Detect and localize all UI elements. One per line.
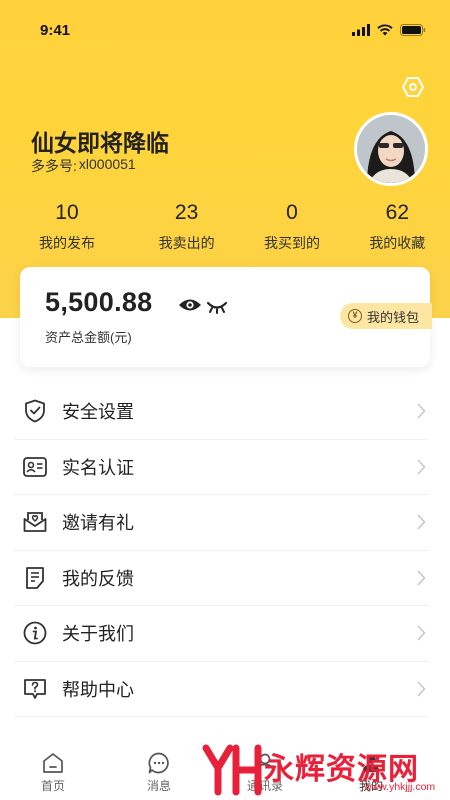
- avatar-photo: [357, 115, 425, 183]
- settings-menu: 安全设置 实名认证 邀请有礼 我的反馈 关于我们 帮助中心: [0, 384, 450, 717]
- menu-item-security[interactable]: 安全设置: [14, 384, 428, 440]
- chevron-right-icon: [417, 514, 426, 530]
- avatar[interactable]: [354, 112, 428, 186]
- profile-id-value: xl000051: [78, 156, 136, 172]
- tab-label: 消息: [146, 779, 171, 793]
- tab-contacts[interactable]: 通讯录: [212, 743, 318, 800]
- stat-favorites[interactable]: 62 我的收藏: [345, 198, 450, 258]
- menu-label: 安全设置: [62, 402, 134, 423]
- status-bar: 9:41: [0, 0, 450, 60]
- profile-icon: [362, 754, 380, 772]
- balance-amount: 5,500.88: [45, 287, 153, 317]
- contacts-icon: [255, 753, 275, 773]
- profile-id: 多多号: xl000051: [31, 156, 136, 176]
- my-wallet-label: 我的钱包: [367, 309, 420, 325]
- info-icon: [22, 620, 48, 646]
- stat-bought[interactable]: 0 我买到的: [239, 198, 344, 258]
- status-time: 9:41: [40, 21, 71, 39]
- profile-id-label: 多多号:: [31, 158, 77, 174]
- chevron-right-icon: [417, 403, 426, 419]
- menu-item-about[interactable]: 关于我们: [14, 606, 428, 662]
- menu-label: 邀请有礼: [62, 513, 134, 534]
- tab-label: 首页: [40, 779, 65, 793]
- stat-published[interactable]: 10 我的发布: [0, 198, 134, 258]
- wifi-icon: [377, 24, 393, 36]
- profile-name: 仙女即将降临: [31, 130, 169, 156]
- chevron-right-icon: [417, 681, 426, 697]
- tab-home[interactable]: 首页: [0, 743, 106, 800]
- stat-value: 62: [385, 201, 409, 224]
- tab-messages[interactable]: 消息: [106, 743, 212, 800]
- settings-icon[interactable]: [401, 75, 425, 99]
- feedback-icon: [22, 565, 48, 591]
- stat-label: 我的收藏: [369, 235, 426, 251]
- menu-item-feedback[interactable]: 我的反馈: [14, 551, 428, 606]
- tab-me[interactable]: 我的: [318, 743, 424, 800]
- tab-label: 通讯录: [246, 779, 283, 793]
- menu-label: 关于我们: [62, 624, 134, 645]
- menu-label: 我的反馈: [62, 568, 134, 589]
- chevron-right-icon: [417, 459, 426, 475]
- status-icons: [352, 24, 426, 36]
- menu-item-invite[interactable]: 邀请有礼: [14, 495, 428, 551]
- eye-icon[interactable]: [178, 297, 202, 313]
- menu-label: 帮助中心: [62, 679, 134, 700]
- stat-label: 我卖出的: [158, 235, 215, 251]
- profile-stats: 10 我的发布 23 我卖出的 0 我买到的 62 我的收藏: [0, 198, 450, 258]
- message-icon: [148, 752, 169, 774]
- signal-icon: [352, 24, 370, 36]
- chevron-right-icon: [417, 570, 426, 586]
- tab-label: 我的: [358, 779, 383, 793]
- yen-icon: ¥: [348, 309, 362, 323]
- id-card-icon: [22, 454, 48, 480]
- invite-envelope-icon: [22, 509, 48, 535]
- my-wallet-button[interactable]: ¥ 我的钱包: [340, 303, 432, 329]
- tab-bar: 首页 消息 通讯录 我的: [0, 743, 450, 800]
- battery-icon: [400, 24, 426, 36]
- stat-value: 23: [174, 201, 199, 224]
- chevron-right-icon: [417, 625, 426, 641]
- stat-value: 0: [286, 201, 298, 224]
- help-icon: [22, 676, 48, 702]
- wallet-card: 5,500.88 资产总金额(元) ¥ 我的钱包: [20, 267, 432, 367]
- menu-label: 实名认证: [62, 457, 134, 478]
- eye-closed-icon[interactable]: [206, 300, 228, 314]
- stat-value: 10: [55, 201, 79, 224]
- stat-label: 我买到的: [263, 235, 320, 251]
- shield-icon: [22, 398, 48, 424]
- balance-label: 资产总金额(元): [45, 330, 132, 345]
- home-icon: [43, 753, 63, 773]
- stat-label: 我的发布: [38, 235, 95, 251]
- stat-sold[interactable]: 23 我卖出的: [134, 198, 239, 258]
- menu-item-verification[interactable]: 实名认证: [14, 440, 428, 495]
- menu-item-help[interactable]: 帮助中心: [14, 662, 428, 717]
